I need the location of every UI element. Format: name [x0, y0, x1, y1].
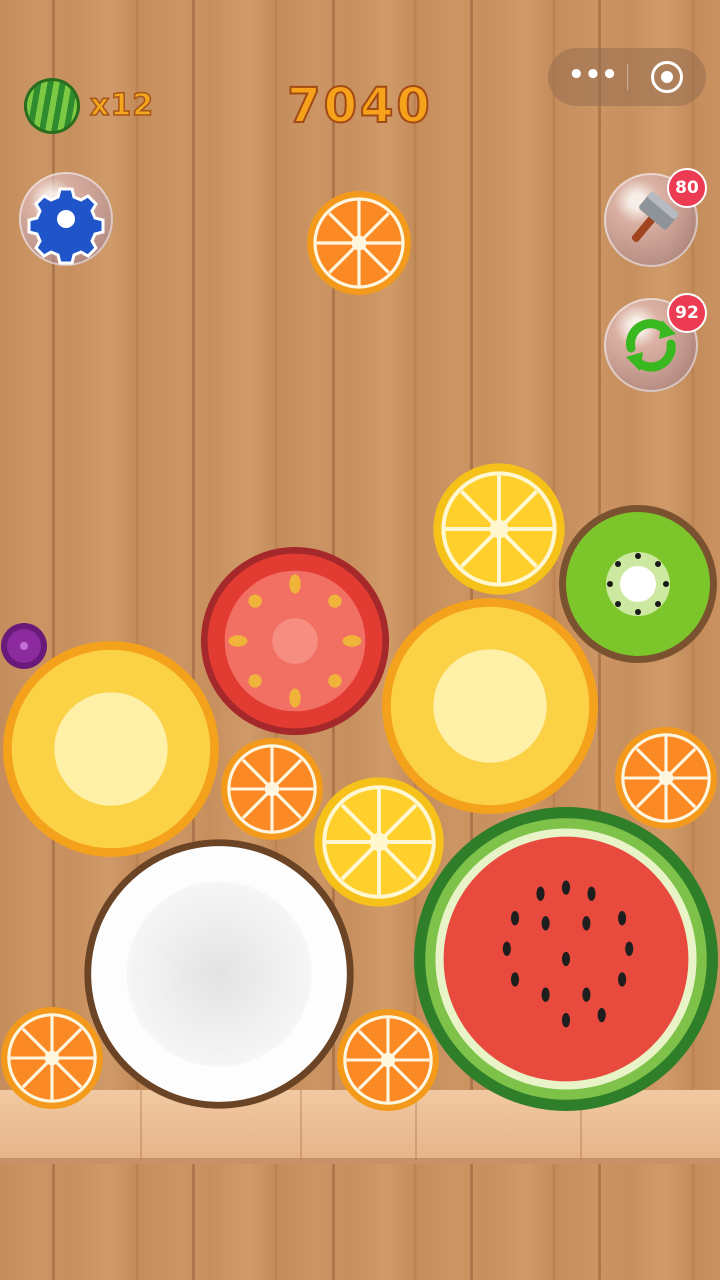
- gear-icon: [27, 187, 105, 265]
- fruit-tomato: [200, 546, 390, 736]
- next-fruit-orange: [306, 190, 412, 296]
- capsule-divider: [627, 64, 628, 90]
- fruit-orange: [0, 1006, 104, 1110]
- fruit-pineapple: [2, 640, 220, 858]
- miniprogram-capsule: •••: [548, 48, 706, 106]
- floor-edge: [0, 1158, 720, 1164]
- fruit-orange: [336, 1008, 440, 1112]
- hammer-count-badge: 80: [667, 168, 707, 208]
- more-options-icon[interactable]: •••: [568, 60, 618, 94]
- fruit-lemon: [432, 462, 566, 596]
- close-target-icon[interactable]: [651, 61, 683, 93]
- fruit-orange: [220, 737, 324, 841]
- refresh-count-badge: 92: [667, 293, 707, 333]
- fruit-watermelon: [413, 806, 719, 1112]
- settings-button[interactable]: [19, 172, 113, 266]
- fruit-coconut: [83, 838, 355, 1110]
